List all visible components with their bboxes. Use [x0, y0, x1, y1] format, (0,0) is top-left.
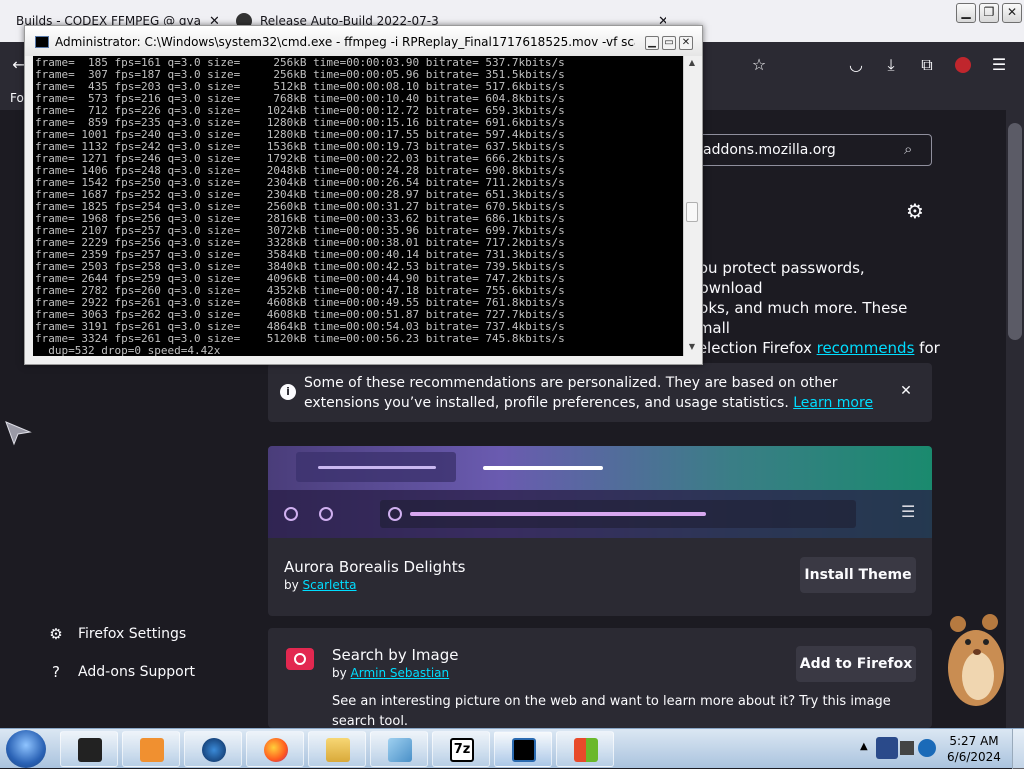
taskbar-app-firefox[interactable] [246, 731, 304, 767]
7zip-icon: 7z [450, 738, 474, 762]
intro-text: you protect passwords, download ooks, an… [690, 258, 940, 358]
theme-card: ☰ Aurora Borealis Delights by Scarletta … [268, 446, 932, 616]
taskbar-app-notepad[interactable] [370, 731, 428, 767]
start-button[interactable] [6, 730, 46, 768]
media-player-icon [140, 738, 164, 762]
intro-line-text: selection Firefox [690, 339, 817, 357]
volume-icon[interactable] [918, 739, 936, 757]
taskbar-app-windows[interactable] [556, 731, 614, 767]
bookmark-item[interactable]: Fo [10, 91, 24, 105]
add-to-firefox-button[interactable]: Add to Firefox [796, 646, 916, 682]
sidebar-item-firefox-settings[interactable]: ⚙ Firefox Settings [48, 626, 186, 642]
intro-tail: for [914, 339, 940, 357]
sidebar-item-label: Firefox Settings [78, 626, 187, 642]
shield-icon[interactable] [876, 737, 898, 759]
firefox-icon [264, 738, 288, 762]
taskbar-app-cmd[interactable] [494, 731, 552, 767]
hamster-mascot-icon [948, 614, 1004, 706]
show-desktop-button[interactable] [1012, 729, 1024, 769]
terminal-icon [78, 738, 102, 762]
console-line: dup=532 drop=0 speed=4.42x [35, 344, 221, 357]
intro-line: you protect passwords, download [690, 259, 865, 297]
restore-button[interactable]: ❐ [979, 3, 999, 23]
console-output[interactable]: frame= 185 fps=161 q=3.0 size= 256kB tim… [33, 56, 683, 356]
help-icon: ? [52, 663, 60, 681]
search-icon[interactable]: ⌕ [904, 140, 924, 160]
clock-date: 6/6/2024 [947, 750, 1001, 764]
cmd-icon [512, 738, 536, 762]
theme-name[interactable]: Aurora Borealis Delights [284, 558, 465, 576]
menu-icon[interactable]: ☰ [988, 54, 1010, 76]
console-lines: frame= 185 fps=161 q=3.0 size= 256kB tim… [35, 57, 565, 357]
folder-icon [326, 738, 350, 762]
taskbar-app-globe[interactable] [184, 731, 242, 767]
camera-icon [286, 648, 314, 670]
network-icon[interactable] [900, 741, 914, 755]
personalization-notice: i Some of these recommendations are pers… [268, 363, 932, 422]
extensions-icon[interactable]: ⧉ [916, 54, 938, 76]
page-scrollbar-thumb[interactable] [1008, 123, 1022, 340]
sidebar-item-label: Add-ons Support [78, 664, 195, 680]
cmd-close-button[interactable]: ✕ [679, 36, 693, 50]
windows-flag-icon [574, 738, 598, 762]
globe-icon [202, 738, 226, 762]
taskbar-app-media-player[interactable] [122, 731, 180, 767]
cmd-scrollbar[interactable]: ▲ ▼ [683, 56, 700, 356]
by-label: by [284, 578, 303, 592]
notepad-icon [388, 738, 412, 762]
minimize-button[interactable]: ▁ [956, 3, 976, 23]
taskbar-app-terminal[interactable] [60, 731, 118, 767]
mouse-cursor-icon [5, 421, 32, 446]
install-theme-button[interactable]: Install Theme [800, 557, 916, 593]
bookmark-star-icon[interactable]: ☆ [748, 54, 770, 76]
sidebar-item-addons-support[interactable]: ? Add-ons Support [48, 664, 195, 680]
learn-more-link[interactable]: Learn more [793, 395, 873, 411]
theme-author: by Scarletta [284, 578, 357, 592]
extension-card: Search by Image by Armin Sebastian See a… [268, 628, 932, 728]
download-icon[interactable]: ⤓ [880, 54, 902, 76]
recommends-link[interactable]: recommends [817, 339, 915, 357]
notice-text: Some of these recommendations are person… [304, 373, 884, 413]
cmd-icon [35, 36, 49, 48]
scroll-up-icon[interactable]: ▲ [686, 58, 698, 70]
theme-preview-image: ☰ [268, 446, 932, 538]
scroll-down-icon[interactable]: ▼ [686, 342, 698, 354]
cmd-title-bar[interactable]: Administrator: C:\Windows\system32\cmd.e… [25, 26, 702, 56]
gear-icon[interactable]: ⚙ [898, 194, 932, 228]
tray-expand-icon[interactable]: ▲ [860, 741, 868, 752]
cmd-window: Administrator: C:\Windows\system32\cmd.e… [24, 25, 703, 365]
taskbar: 7z ▲ 5:27 AM 6/6/2024 [0, 728, 1024, 769]
cmd-minimize-button[interactable]: ▁ [645, 36, 659, 50]
pocket-icon[interactable]: ◡ [845, 54, 867, 76]
close-icon[interactable]: ✕ [896, 381, 916, 401]
extension-name[interactable]: Search by Image [332, 646, 458, 664]
ublock-icon[interactable] [952, 54, 974, 76]
info-icon: i [280, 384, 296, 400]
addons-search-input[interactable]: addons.mozilla.org [690, 134, 932, 166]
by-label: by [332, 666, 351, 680]
cmd-title: Administrator: C:\Windows\system32\cmd.e… [55, 35, 635, 49]
system-tray: ▲ [860, 737, 940, 761]
extension-author: by Armin Sebastian [332, 666, 449, 680]
author-link[interactable]: Scarletta [303, 578, 357, 592]
taskbar-app-7zip[interactable]: 7z [432, 731, 490, 767]
close-window-button[interactable]: ✕ [1002, 3, 1022, 23]
gear-icon: ⚙ [49, 625, 63, 643]
cmd-restore-button[interactable]: ▭ [662, 36, 676, 50]
intro-line: ooks, and much more. These small [690, 299, 908, 337]
author-link[interactable]: Armin Sebastian [351, 666, 450, 680]
intro-line: selection Firefox recommends for [690, 338, 940, 358]
taskbar-clock[interactable]: 5:27 AM 6/6/2024 [944, 733, 1004, 765]
cmd-scrollbar-thumb[interactable] [686, 202, 698, 222]
notice-message: Some of these recommendations are person… [304, 375, 838, 411]
extension-description: See an interesting picture on the web an… [332, 694, 891, 728]
taskbar-app-file-explorer[interactable] [308, 731, 366, 767]
clock-time: 5:27 AM [949, 734, 999, 748]
